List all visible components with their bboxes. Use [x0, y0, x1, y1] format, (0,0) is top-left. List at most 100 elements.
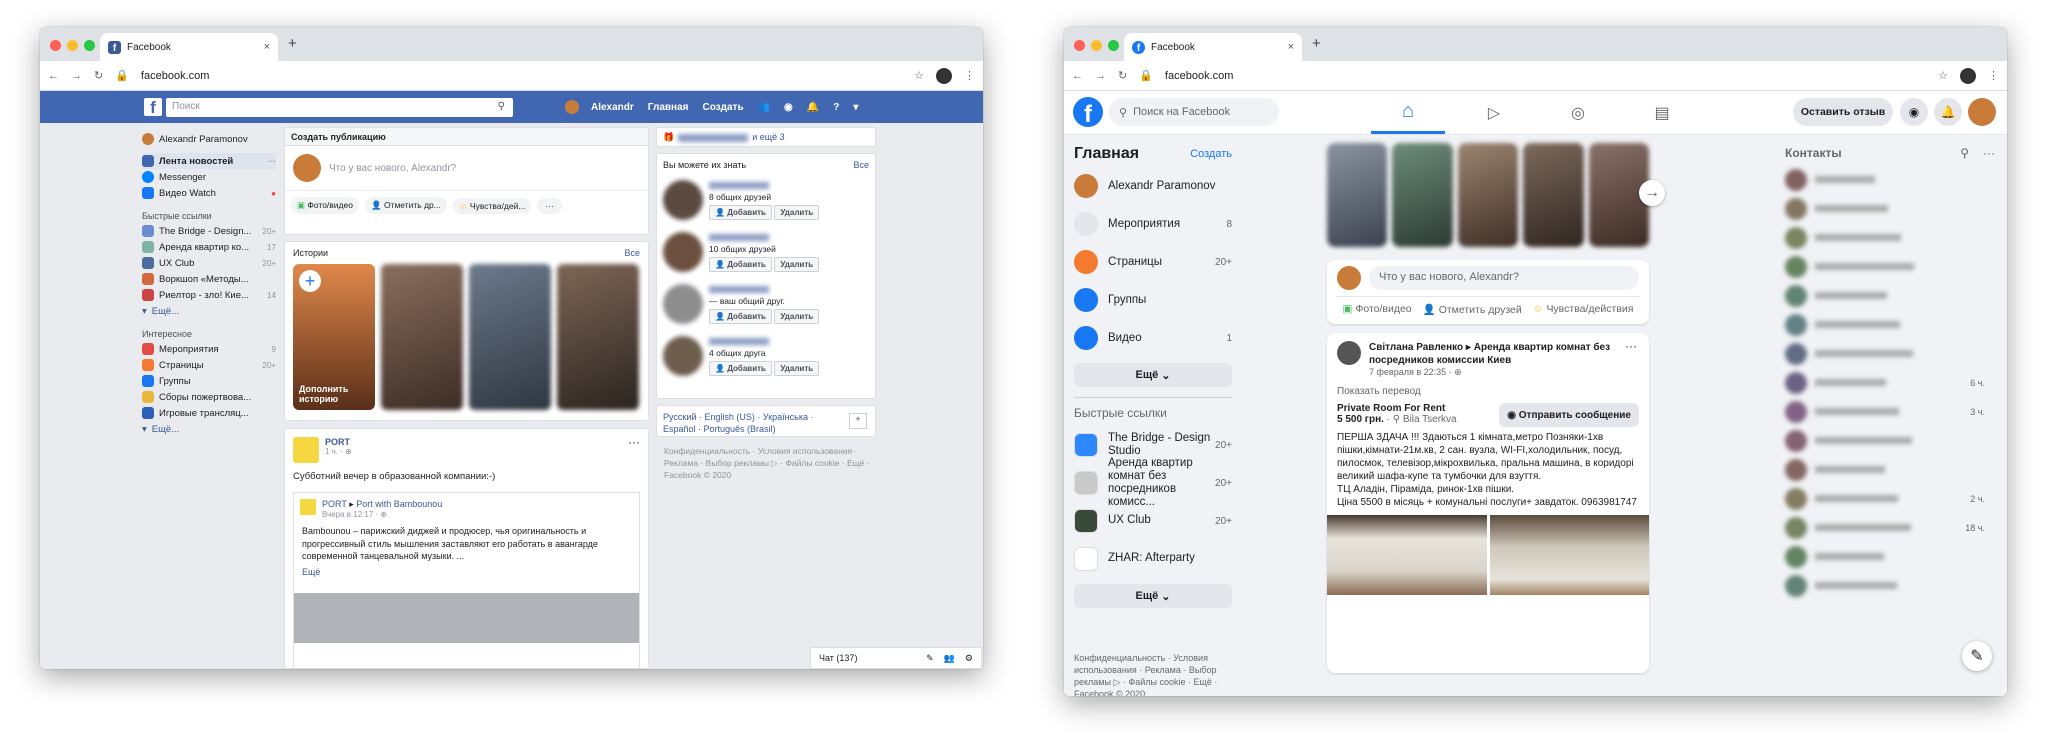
post-image[interactable]: [1327, 515, 1487, 595]
photo-video-button[interactable]: ▣ Фото/видео: [291, 197, 359, 214]
add-friend-button[interactable]: 👤 Добавить: [709, 309, 772, 324]
bell-icon[interactable]: 🔔: [1934, 98, 1962, 126]
sidebar-item-watch[interactable]: Видео Watch ●: [142, 185, 276, 201]
contact-item[interactable]: [1785, 571, 1995, 600]
story-card[interactable]: [469, 264, 551, 410]
contact-item[interactable]: [1785, 252, 1995, 281]
profile-avatar[interactable]: [936, 67, 952, 84]
new-tab-button[interactable]: +: [1312, 35, 1321, 52]
post-image[interactable]: [1489, 515, 1649, 595]
sidebar-item-quick-link[interactable]: Аренда квартир комнат без посредников ко…: [1074, 457, 1232, 508]
window-controls[interactable]: [50, 40, 95, 51]
sidebar-item[interactable]: Группы: [1074, 281, 1232, 319]
remove-button[interactable]: Удалить: [774, 205, 820, 220]
contact-item[interactable]: [1785, 194, 1995, 223]
post-page-name[interactable]: PORT: [325, 437, 352, 447]
help-icon[interactable]: ?: [833, 102, 839, 113]
search-input[interactable]: Поиск ⚲: [166, 98, 513, 117]
nav-create[interactable]: Создать: [702, 102, 743, 113]
chevron-down-icon[interactable]: ▾: [853, 102, 858, 113]
create-link[interactable]: Создать: [1190, 148, 1232, 160]
shared-to[interactable]: Port with Bambounou: [356, 499, 442, 509]
nav-user[interactable]: Alexandr: [591, 102, 634, 113]
facebook-logo-icon[interactable]: f: [1073, 97, 1103, 127]
contact-item[interactable]: [1785, 542, 1995, 571]
messenger-icon[interactable]: ◉: [784, 102, 793, 113]
avatar[interactable]: [565, 100, 579, 114]
sidebar-item-messenger[interactable]: Messenger: [142, 169, 276, 185]
sidebar-item-interest[interactable]: Сборы пожертвова...: [142, 389, 276, 405]
add-friend-button[interactable]: 👤 Добавить: [709, 361, 772, 376]
menu-kebab-icon[interactable]: ⋮: [1988, 69, 1999, 82]
story-card[interactable]: [1327, 143, 1388, 247]
friends-icon[interactable]: 👥: [758, 102, 770, 113]
facebook-logo-icon[interactable]: f: [144, 98, 162, 116]
avatar[interactable]: [663, 232, 703, 272]
story-card[interactable]: [1392, 143, 1453, 247]
story-card[interactable]: [381, 264, 463, 410]
page-avatar[interactable]: [293, 437, 319, 463]
sidebar-item-interest[interactable]: Мероприятия 9: [142, 341, 276, 357]
post-time[interactable]: 1 ч. ·: [325, 447, 345, 456]
add-friend-button[interactable]: 👤 Добавить: [709, 205, 772, 220]
chat-bar[interactable]: Чат (137) ✎ 👥 ⚙: [810, 647, 982, 669]
sidebar-item-quick-link[interactable]: ZHAR: Afterparty: [1074, 540, 1232, 578]
composer-input[interactable]: Что у вас нового, Alexandr?: [1369, 266, 1639, 290]
add-language-button[interactable]: +: [849, 413, 867, 429]
star-icon[interactable]: ☆: [1938, 69, 1948, 82]
photo-video-button[interactable]: ▣ Фото/видео: [1343, 303, 1412, 316]
contact-item[interactable]: [1785, 339, 1995, 368]
contact-item[interactable]: [1785, 223, 1995, 252]
pymk-all-link[interactable]: Все: [853, 160, 869, 170]
forward-icon[interactable]: →: [1095, 70, 1106, 82]
avatar[interactable]: [1337, 341, 1361, 365]
group-icon[interactable]: 👥: [944, 653, 955, 664]
window-controls[interactable]: [1074, 40, 1119, 51]
see-more-link[interactable]: ▾ Ещё...: [142, 421, 276, 437]
browser-tab[interactable]: f Facebook ×: [100, 33, 278, 61]
composer-input[interactable]: Что у вас нового, Alexandr?: [285, 146, 648, 190]
sidebar-item[interactable]: Мероприятия 8: [1074, 205, 1232, 243]
post-menu-icon[interactable]: ···: [1625, 339, 1637, 353]
sidebar-item-news-feed[interactable]: Лента новостей ···: [142, 153, 276, 169]
menu-kebab-icon[interactable]: ⋮: [964, 69, 975, 82]
sidebar-item-quick-link[interactable]: Воркшоп «Методы...: [142, 271, 276, 287]
remove-button[interactable]: Удалить: [774, 361, 820, 376]
sidebar-item-quick-link[interactable]: Аренда квартир ко... 17: [142, 239, 276, 255]
remove-button[interactable]: Удалить: [774, 257, 820, 272]
search-icon[interactable]: ⚲: [498, 101, 505, 112]
star-icon[interactable]: ☆: [914, 69, 924, 82]
close-tab-icon[interactable]: ×: [1288, 41, 1294, 53]
contact-item[interactable]: 2 ч.: [1785, 484, 1995, 513]
sidebar-item-interest[interactable]: Страницы 20+: [142, 357, 276, 373]
see-more-link[interactable]: Ещё: [294, 563, 639, 581]
browser-tab[interactable]: f Facebook ×: [1124, 33, 1302, 61]
back-icon[interactable]: ←: [48, 70, 59, 82]
compose-icon[interactable]: ✎: [926, 653, 934, 664]
sidebar-item-quick-link[interactable]: UX Club 20+: [142, 255, 276, 271]
sidebar-item-quick-link[interactable]: The Bridge - Design... 20+: [142, 223, 276, 239]
see-more-button[interactable]: Ещё ⌄: [1074, 363, 1232, 387]
home-tab-icon[interactable]: ⌂: [1371, 91, 1445, 134]
more-options-button[interactable]: ···: [537, 197, 562, 214]
bell-icon[interactable]: 🔔: [807, 102, 819, 113]
reload-icon[interactable]: ↻: [1118, 69, 1127, 82]
close-tab-icon[interactable]: ×: [264, 41, 270, 53]
add-friend-button[interactable]: 👤 Добавить: [709, 257, 772, 272]
remove-button[interactable]: Удалить: [774, 309, 820, 324]
sidebar-item-quick-link[interactable]: UX Club 20+: [1074, 502, 1232, 540]
sidebar-item[interactable]: Страницы 20+: [1074, 243, 1232, 281]
back-icon[interactable]: ←: [1072, 70, 1083, 82]
forward-icon[interactable]: →: [71, 70, 82, 82]
avatar[interactable]: [663, 180, 703, 220]
add-story-card[interactable]: + Дополнить историю: [293, 264, 375, 410]
sidebar-item-interest[interactable]: Группы: [142, 373, 276, 389]
new-tab-button[interactable]: +: [288, 35, 297, 52]
story-card[interactable]: [1457, 143, 1519, 247]
contact-item[interactable]: [1785, 165, 1995, 194]
post-time[interactable]: 7 февраля в 22:35 ·: [1369, 367, 1454, 377]
avatar[interactable]: [663, 336, 703, 376]
more-icon[interactable]: ···: [1983, 146, 1995, 160]
sidebar-profile[interactable]: Alexandr Paramonov: [142, 131, 276, 147]
post-menu-icon[interactable]: ···: [628, 435, 640, 449]
